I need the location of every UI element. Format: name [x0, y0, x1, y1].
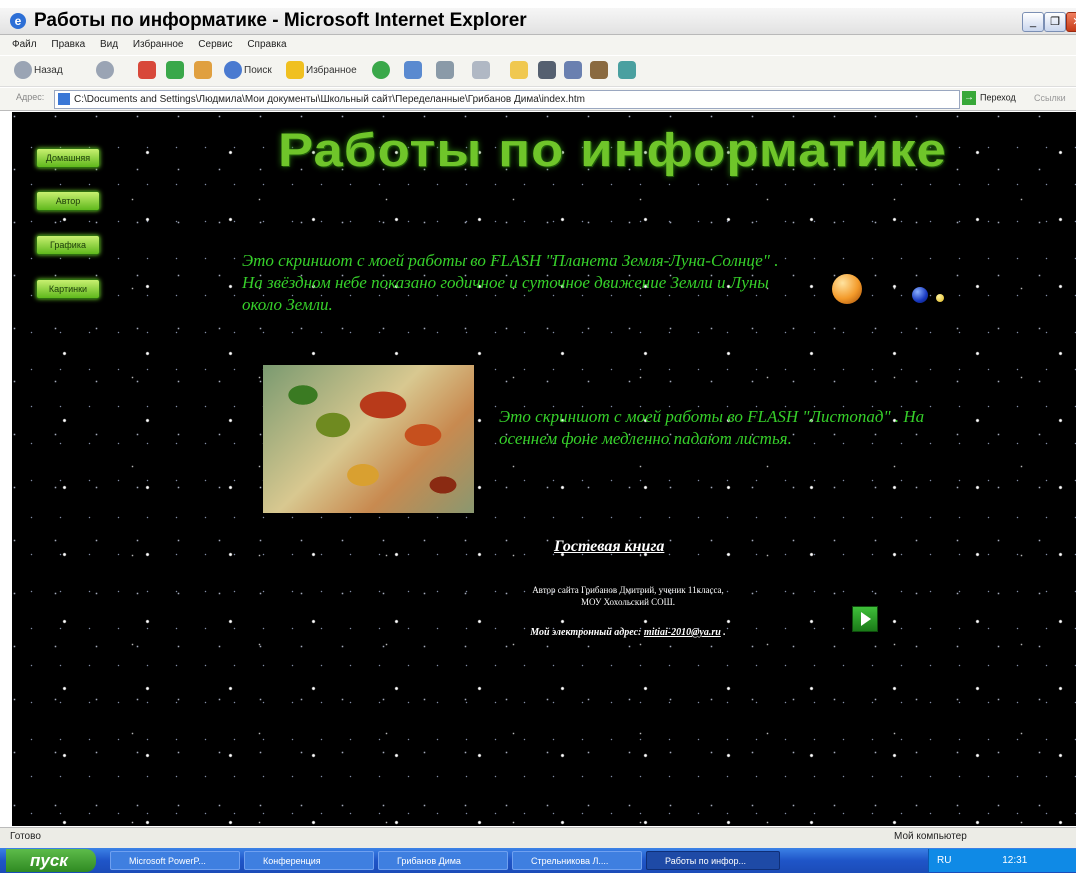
folder-icon	[510, 61, 528, 80]
search-icon	[224, 61, 242, 80]
author-line-1: Автор сайта Грибанов Дмитрий, ученик 11к…	[532, 585, 724, 595]
edit-button[interactable]	[472, 60, 492, 82]
ie-logo-icon: e	[10, 13, 26, 29]
page-heading: Работы по информатике	[278, 123, 947, 176]
clock: 12:31	[1002, 855, 1028, 866]
ie-window: e Работы по информатике - Microsoft Inte…	[0, 0, 1076, 873]
go-label: Переход	[980, 92, 1016, 103]
research-button[interactable]	[590, 60, 610, 82]
email-label: Мой электронный адрес:	[530, 627, 642, 638]
status-bar: Готово Мой компьютер	[0, 827, 1076, 848]
window-title: Работы по информатике - Microsoft Intern…	[34, 10, 527, 31]
k-app-icon	[538, 61, 556, 80]
research-icon	[590, 61, 608, 80]
author-line-2: МОУ Хохольский СОШ.	[580, 597, 676, 607]
play-button[interactable]	[852, 606, 878, 632]
planet-description: Это скриншот с моей работы во FLASH "Пла…	[242, 251, 779, 314]
web-page: Домашняя Автор Графика Картинки Работы п…	[12, 112, 1076, 826]
task-gribanov[interactable]: Грибанов Дима	[378, 851, 508, 870]
star-icon	[286, 61, 304, 80]
home-button[interactable]	[194, 60, 214, 82]
email-block: Мой электронный адрес: mitiai-2010@ya.ru…	[522, 625, 734, 640]
extra-button[interactable]	[618, 60, 638, 82]
print-button[interactable]	[436, 60, 456, 82]
go-arrow-icon: →	[962, 91, 976, 105]
address-bar: Адрес: C:\Documents and Settings\Людмила…	[0, 88, 1076, 111]
stop-icon	[138, 61, 156, 80]
edit-icon	[472, 61, 490, 80]
close-button[interactable]: ✕	[1066, 12, 1076, 32]
leaf-fall-description: Это скриншот с моей работы во FLASH "Лис…	[499, 407, 925, 448]
nav-pictures-button[interactable]: Картинки	[36, 279, 100, 299]
earth-planet-icon	[912, 287, 928, 303]
forward-button[interactable]	[96, 60, 116, 82]
language-indicator[interactable]: RU	[937, 855, 951, 866]
menu-file[interactable]: Файл	[12, 35, 37, 55]
autumn-leaves-image	[263, 365, 474, 513]
email-tail: .	[723, 627, 726, 638]
task-rabotyinformatike[interactable]: Работы по инфор...	[646, 851, 780, 870]
mail-button[interactable]	[404, 60, 424, 82]
title-bar: e Работы по информатике - Microsoft Inte…	[0, 8, 1076, 35]
folder-button[interactable]	[510, 60, 530, 82]
messenger-icon	[564, 61, 582, 80]
guestbook-link[interactable]: Гостевая книга	[554, 538, 664, 556]
maximize-button[interactable]: ❐	[1044, 12, 1066, 32]
taskbar: пуск Microsoft PowerP... Конференция Гри…	[0, 848, 1076, 873]
forward-arrow-icon	[96, 61, 114, 80]
address-label: Адрес:	[16, 92, 45, 102]
menu-help[interactable]: Справка	[247, 35, 286, 55]
extra-icon	[618, 61, 636, 80]
home-icon	[194, 61, 212, 80]
nav-graphics-button[interactable]: Графика	[36, 235, 100, 255]
toolbar: Назад Поиск Избранное	[0, 56, 1076, 87]
system-tray: RU 12:31	[928, 849, 1076, 872]
search-button[interactable]: Поиск	[224, 60, 272, 82]
go-button[interactable]: → Переход	[962, 91, 1016, 105]
history-icon	[372, 61, 390, 80]
nav-author-button[interactable]: Автор	[36, 191, 100, 211]
links-label[interactable]: Ссылки	[1034, 93, 1066, 103]
address-url: C:\Documents and Settings\Людмила\Мои до…	[74, 94, 585, 105]
app-k-button[interactable]	[538, 60, 558, 82]
back-label: Назад	[34, 65, 63, 76]
start-button[interactable]: пуск	[6, 849, 96, 872]
status-text: Готово	[10, 831, 41, 842]
menu-favorites[interactable]: Избранное	[133, 35, 184, 55]
history-button[interactable]	[372, 60, 392, 82]
address-input[interactable]: C:\Documents and Settings\Людмила\Мои до…	[54, 90, 960, 109]
task-conference[interactable]: Конференция	[244, 851, 374, 870]
menu-view[interactable]: Вид	[100, 35, 118, 55]
sun-planet-icon	[832, 274, 862, 304]
nav-home-button[interactable]: Домашняя	[36, 148, 100, 168]
moon-planet-icon	[936, 294, 944, 302]
refresh-button[interactable]	[166, 60, 186, 82]
task-powerpoint[interactable]: Microsoft PowerP...	[110, 851, 240, 870]
favorites-button[interactable]: Избранное	[286, 60, 357, 82]
mail-icon	[404, 61, 422, 80]
menu-edit[interactable]: Правка	[51, 35, 85, 55]
email-link[interactable]: mitiai-2010@ya.ru	[644, 627, 721, 638]
refresh-icon	[166, 61, 184, 80]
messenger-button[interactable]	[564, 60, 584, 82]
zone-text: Мой компьютер	[894, 831, 967, 842]
back-arrow-icon	[14, 61, 32, 80]
print-icon	[436, 61, 454, 80]
page-icon	[58, 93, 70, 106]
minimize-button[interactable]: _	[1022, 12, 1044, 32]
search-label: Поиск	[244, 65, 272, 76]
back-button[interactable]: Назад	[14, 60, 63, 82]
task-strelnikova[interactable]: Стрельникова Л....	[512, 851, 642, 870]
stop-button[interactable]	[138, 60, 158, 82]
favorites-label: Избранное	[306, 65, 357, 76]
menu-bar: Файл Правка Вид Избранное Сервис Справка	[0, 35, 1076, 55]
author-info: Автор сайта Грибанов Дмитрий, ученик 11к…	[508, 584, 748, 608]
menu-tools[interactable]: Сервис	[198, 35, 232, 55]
